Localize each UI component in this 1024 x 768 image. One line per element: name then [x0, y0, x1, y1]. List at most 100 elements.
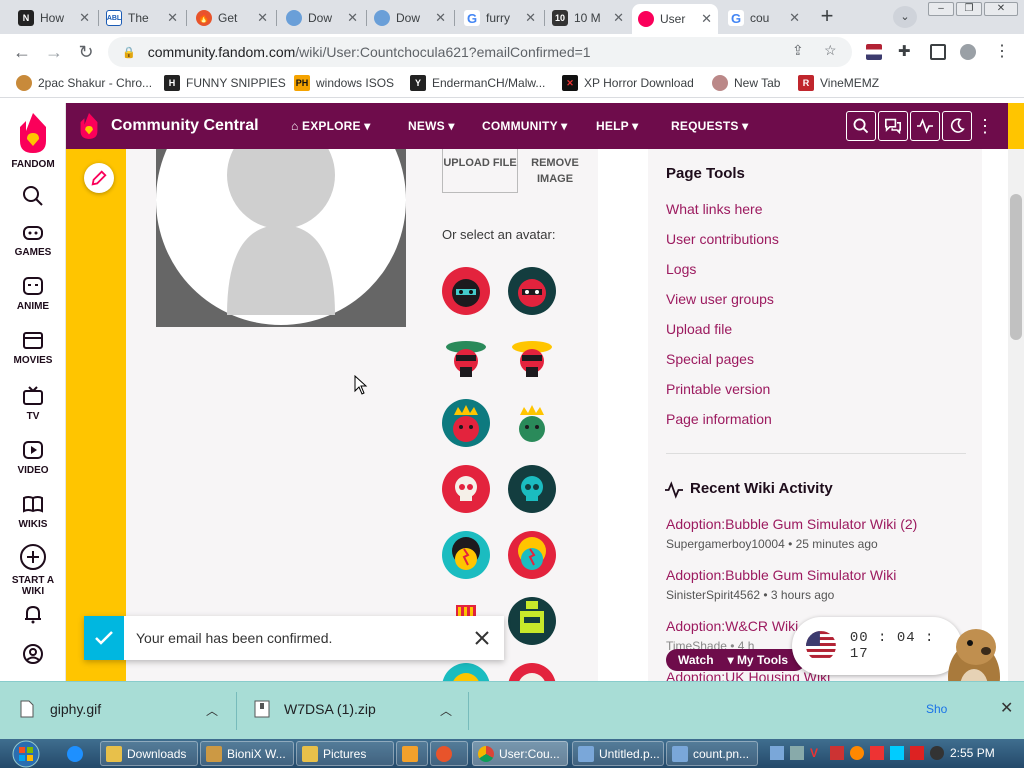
- close-tab-icon[interactable]: ✕: [79, 10, 90, 26]
- bookmark-vinememz[interactable]: R VineMEMZ: [798, 75, 879, 91]
- rail-anime[interactable]: ANIME: [0, 275, 66, 312]
- browser-menu-icon[interactable]: ⋮: [994, 44, 1010, 60]
- nav-community[interactable]: COMMUNITY ▾: [482, 119, 567, 133]
- close-window-button[interactable]: ✕: [984, 2, 1018, 16]
- wiki-search-button[interactable]: [846, 111, 876, 141]
- close-tab-icon[interactable]: ✕: [167, 10, 178, 26]
- upload-file-button[interactable]: UPLOAD FILE: [442, 149, 518, 193]
- user-menu-button[interactable]: [0, 643, 66, 669]
- taskbar-app[interactable]: [430, 741, 468, 766]
- tray-icon[interactable]: [910, 746, 924, 760]
- taskbar-pictures[interactable]: Pictures: [296, 741, 394, 766]
- activity-button[interactable]: [910, 111, 940, 141]
- tray-icon[interactable]: [890, 746, 904, 760]
- edit-button[interactable]: [84, 163, 114, 193]
- tray-icon[interactable]: [930, 746, 944, 760]
- taskbar-media-player[interactable]: [396, 741, 428, 766]
- tray-icon[interactable]: [830, 746, 844, 760]
- taskbar-count-png[interactable]: count.pn...: [666, 741, 758, 766]
- close-tab-icon[interactable]: ✕: [257, 10, 268, 26]
- tab-10m[interactable]: 10 10 M ✕: [546, 4, 630, 32]
- scrollbar-thumb[interactable]: [1010, 194, 1022, 340]
- download-item-w7dsa[interactable]: W7DSA (1).zip: [254, 700, 376, 718]
- avatar-option-skull-red[interactable]: [442, 465, 490, 513]
- reload-button[interactable]: ↻: [74, 40, 98, 64]
- tool-link-upload-file[interactable]: Upload file: [666, 321, 732, 337]
- extensions-icon[interactable]: ✚: [898, 44, 914, 60]
- rail-tv[interactable]: TV: [0, 385, 66, 422]
- tool-link-page-information[interactable]: Page information: [666, 411, 772, 427]
- avatar-option-queen-red[interactable]: [508, 399, 556, 447]
- avatar-option-queen-teal[interactable]: [442, 399, 490, 447]
- dark-mode-button[interactable]: [942, 111, 972, 141]
- tray-icon[interactable]: [790, 746, 804, 760]
- bookmark-new-tab[interactable]: New Tab: [712, 75, 780, 91]
- rail-games[interactable]: GAMES: [0, 221, 66, 258]
- profile-avatar-icon[interactable]: [960, 44, 976, 60]
- close-downloads-icon[interactable]: ✕: [1000, 698, 1013, 718]
- tray-icon[interactable]: V: [810, 746, 824, 760]
- bookmark-funny-snippies[interactable]: H FUNNY SNIPPIES: [164, 75, 286, 91]
- download-item-giphy[interactable]: giphy.gif: [20, 700, 101, 718]
- nav-requests[interactable]: REQUESTS ▾: [671, 119, 748, 133]
- avatar-option-ninja-red[interactable]: [442, 267, 490, 315]
- close-tab-icon[interactable]: ✕: [613, 10, 624, 26]
- nav-news[interactable]: NEWS ▾: [408, 119, 455, 133]
- tool-link-printable-version[interactable]: Printable version: [666, 381, 770, 397]
- tray-icon[interactable]: [770, 746, 784, 760]
- avatar-option-robot-teal[interactable]: [508, 597, 556, 645]
- taskbar-chrome-active[interactable]: User:Cou...: [472, 741, 568, 766]
- ie-taskbar-icon[interactable]: [62, 741, 94, 766]
- watch-button[interactable]: Watch: [678, 653, 714, 667]
- remove-image-button[interactable]: REMOVE IMAGE: [520, 149, 590, 193]
- tray-icon[interactable]: [850, 746, 864, 760]
- fandom-logo[interactable]: FANDOM: [0, 111, 66, 170]
- tab-cou[interactable]: G cou ✕: [722, 4, 806, 32]
- nav-help[interactable]: HELP ▾: [596, 119, 638, 133]
- tool-link-view-user-groups[interactable]: View user groups: [666, 291, 774, 307]
- bookmark-windows-isos[interactable]: PH windows ISOS: [294, 75, 394, 91]
- avatar-option-hat-green[interactable]: [442, 333, 490, 381]
- minimize-button[interactable]: –: [928, 2, 954, 16]
- tool-link-what-links-here[interactable]: What links here: [666, 201, 762, 217]
- taskbar-downloads[interactable]: Downloads: [100, 741, 198, 766]
- bookmark-xp-horror[interactable]: ✕ XP Horror Download: [562, 75, 694, 91]
- page-scrollbar[interactable]: [1008, 149, 1024, 681]
- nav-explore[interactable]: ⌂ EXPLORE ▾: [291, 119, 371, 133]
- tool-link-special-pages[interactable]: Special pages: [666, 351, 754, 367]
- flag-extension-icon[interactable]: [866, 44, 882, 60]
- tool-link-logs[interactable]: Logs: [666, 261, 696, 277]
- wiki-name[interactable]: Community Central: [111, 117, 259, 135]
- chevron-up-icon[interactable]: ︿: [206, 702, 218, 719]
- bookmark-endermanch[interactable]: Y EndermanCH/Malw...: [410, 75, 545, 91]
- avatar-option-skull-teal[interactable]: [508, 465, 556, 513]
- forward-button[interactable]: →: [42, 40, 66, 64]
- avatar-option-rocker-red[interactable]: [508, 531, 556, 579]
- tray-icon[interactable]: [870, 746, 884, 760]
- taskbar-clock[interactable]: 2:55 PM: [950, 746, 995, 760]
- rail-wikis[interactable]: WIKIS: [0, 493, 66, 530]
- restore-button[interactable]: ❐: [956, 2, 982, 16]
- tab-user-active[interactable]: User ✕: [632, 4, 718, 34]
- avatar-option-ninja-teal[interactable]: [508, 267, 556, 315]
- close-tab-icon[interactable]: ✕: [525, 10, 536, 26]
- rail-movies[interactable]: MOVIES: [0, 329, 66, 366]
- tab-dow-2[interactable]: Dow ✕: [368, 4, 452, 32]
- my-tools-button[interactable]: ▾ My Tools: [728, 653, 789, 667]
- close-icon[interactable]: [472, 628, 492, 648]
- rail-video[interactable]: VIDEO: [0, 439, 66, 476]
- avatar-option-hat-yellow[interactable]: [508, 333, 556, 381]
- discussions-button[interactable]: [878, 111, 908, 141]
- chevron-up-icon[interactable]: ︿: [440, 702, 452, 719]
- back-button[interactable]: ←: [10, 40, 34, 64]
- tool-link-user-contributions[interactable]: User contributions: [666, 231, 779, 247]
- close-tab-icon[interactable]: ✕: [347, 10, 358, 26]
- side-panel-icon[interactable]: [930, 44, 946, 60]
- bookmark-2pac[interactable]: 2pac Shakur - Chro...: [16, 75, 152, 91]
- share-icon[interactable]: ⇪: [792, 42, 804, 59]
- taskbar-untitled-paint[interactable]: Untitled.p...: [572, 741, 664, 766]
- activity-item-link[interactable]: Adoption:Bubble Gum Simulator Wiki (2): [666, 516, 917, 532]
- tab-get[interactable]: 🔥 Get ✕: [190, 4, 274, 32]
- tab-dow-1[interactable]: Dow ✕: [280, 4, 364, 32]
- new-tab-button[interactable]: +: [815, 5, 839, 28]
